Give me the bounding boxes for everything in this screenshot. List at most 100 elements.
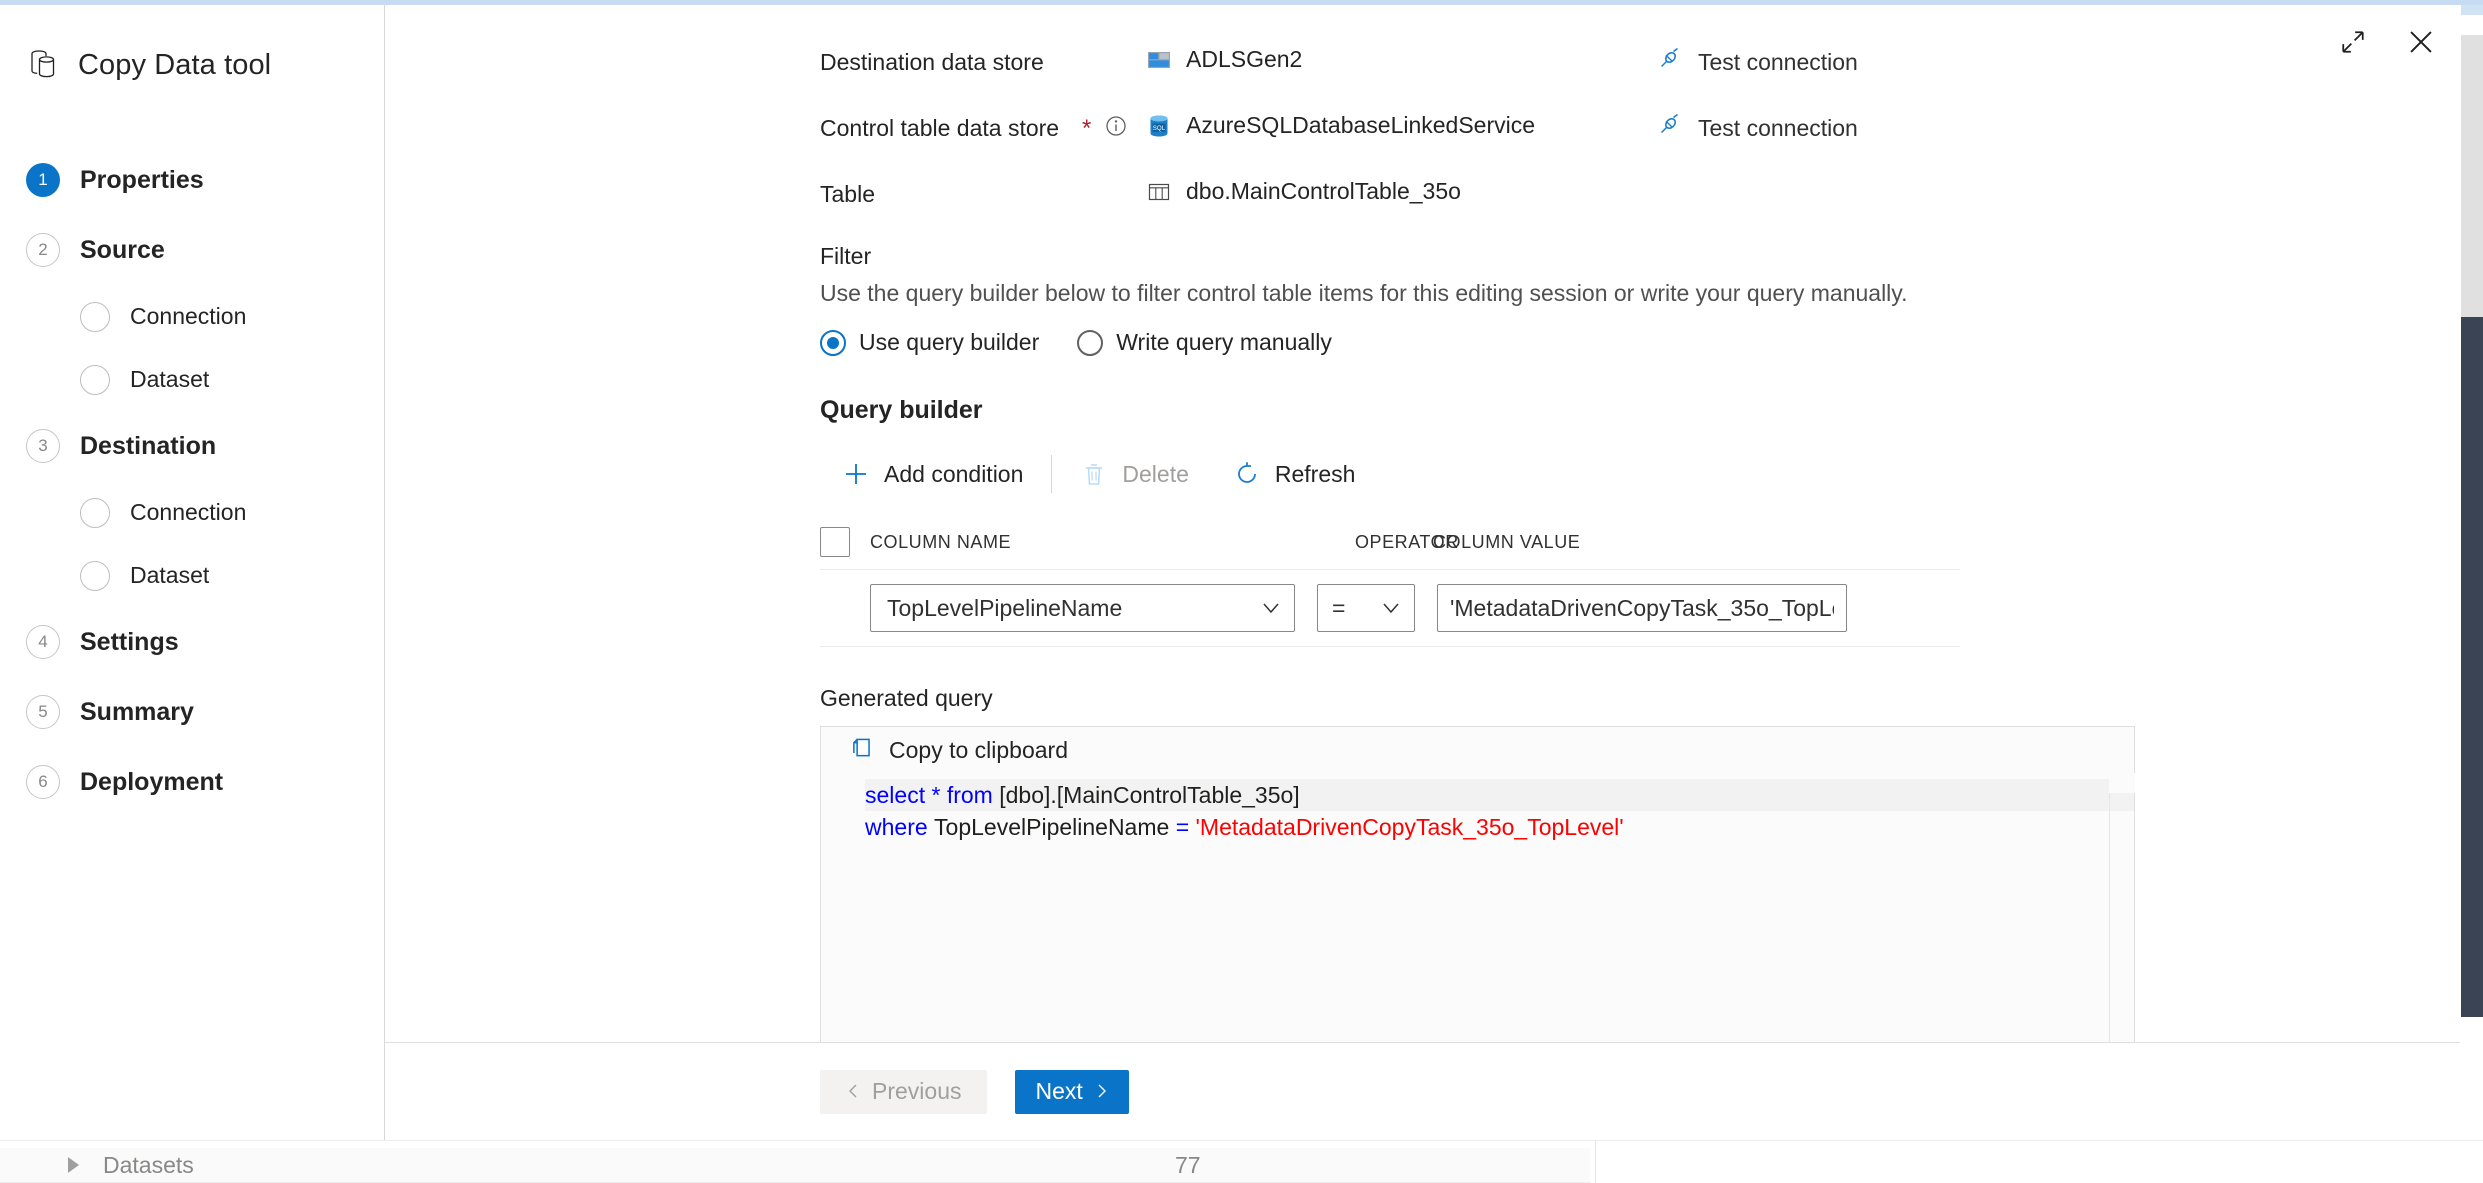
generated-query-title: Generated query bbox=[820, 685, 993, 711]
chevron-down-icon bbox=[1380, 597, 1402, 619]
filter-section-title: Filter bbox=[820, 243, 872, 269]
property-required-indicator bbox=[1082, 177, 1146, 208]
condition-table: COLUMN NAME OPERATOR COLUMN VALUE TopLev… bbox=[820, 515, 1960, 647]
editor-minimap[interactable] bbox=[2109, 773, 2135, 793]
refresh-button[interactable]: Refresh bbox=[1211, 443, 1378, 505]
plug-test-icon bbox=[1656, 112, 1682, 144]
dialog-window-controls bbox=[2338, 27, 2436, 57]
column-name-dropdown-value: TopLevelPipelineName bbox=[887, 594, 1123, 621]
wizard-step-label: Settings bbox=[80, 627, 179, 656]
scrollbar-thumb[interactable] bbox=[2461, 317, 2483, 1017]
editor-minimap-divider bbox=[2109, 773, 2110, 1065]
query-builder-command-bar: Add condition Delete Refresh bbox=[820, 443, 2460, 505]
property-value[interactable]: SQL AzureSQLDatabaseLinkedService bbox=[1146, 111, 1656, 139]
property-label: Destination data store bbox=[820, 49, 1044, 75]
command-label: Refresh bbox=[1274, 460, 1356, 487]
wizard-substep-destination-dataset[interactable]: Dataset bbox=[0, 544, 384, 607]
wizard-step-number: 4 bbox=[26, 625, 60, 659]
test-connection-link[interactable]: Test connection bbox=[1656, 111, 1858, 144]
wizard-substep-destination-connection[interactable]: Connection bbox=[0, 481, 384, 544]
wizard-step-label: Summary bbox=[80, 697, 194, 726]
condition-row: TopLevelPipelineName = bbox=[820, 569, 1960, 647]
column-value-input[interactable] bbox=[1437, 584, 1847, 632]
property-label: Table bbox=[820, 181, 875, 207]
scrollbar-track-top bbox=[2461, 5, 2483, 15]
property-row: Table dbo.MainControlTable_35o bbox=[820, 177, 2460, 219]
column-header-operator: OPERATOR bbox=[1355, 531, 1459, 552]
chevron-down-icon bbox=[1260, 597, 1282, 619]
test-connection-link[interactable]: Test connection bbox=[1656, 45, 1858, 78]
background-datasets-row[interactable]: Datasets 77 bbox=[0, 1148, 1590, 1183]
wizard-substep-marker bbox=[80, 364, 110, 395]
property-required-indicator bbox=[1082, 45, 1146, 76]
wizard-step-deployment[interactable]: 6 Deployment bbox=[0, 747, 384, 817]
add-condition-button[interactable]: Add condition bbox=[820, 443, 1045, 505]
test-connection-label: Test connection bbox=[1698, 114, 1858, 141]
divider bbox=[1051, 455, 1053, 493]
next-button[interactable]: Next bbox=[1015, 1069, 1129, 1114]
app-brand: Copy Data tool bbox=[0, 35, 384, 95]
plus-icon bbox=[842, 460, 870, 488]
column-header-column-value: COLUMN VALUE bbox=[1433, 531, 1581, 552]
copy-to-clipboard-button[interactable]: Copy to clipboard bbox=[821, 727, 2134, 773]
wizard-substep-source-connection[interactable]: Connection bbox=[0, 285, 384, 348]
info-circle-icon[interactable] bbox=[1103, 113, 1129, 144]
wizard-sidebar: Copy Data tool 1 Properties 2 Source Conn… bbox=[0, 5, 385, 1140]
previous-button[interactable]: Previous bbox=[820, 1069, 988, 1114]
refresh-icon bbox=[1233, 460, 1261, 488]
wizard-step-summary[interactable]: 5 Summary bbox=[0, 677, 384, 747]
property-value[interactable]: ADLSGen2 bbox=[1146, 45, 1656, 73]
filter-mode-label: Use query builder bbox=[859, 329, 1040, 355]
wizard-substep-label: Connection bbox=[130, 499, 247, 525]
wizard-step-label: Deployment bbox=[80, 767, 224, 796]
select-all-checkbox[interactable] bbox=[820, 527, 850, 557]
wizard-step-destination[interactable]: 3 Destination bbox=[0, 411, 384, 481]
code-line: select * from [dbo].[MainControlTable_35… bbox=[865, 779, 2134, 811]
wizard-step-properties[interactable]: 1 Properties bbox=[0, 145, 384, 215]
wizard-substep-marker bbox=[80, 497, 110, 528]
copy-to-clipboard-label: Copy to clipboard bbox=[889, 736, 1068, 763]
delete-button: Delete bbox=[1058, 443, 1210, 505]
property-row-list: Destination data store ADLSGen2 Test con bbox=[820, 45, 2460, 219]
wizard-step-number: 5 bbox=[26, 695, 60, 729]
trash-icon bbox=[1080, 460, 1108, 488]
chevron-left-icon bbox=[846, 1078, 862, 1105]
filter-mode-label: Write query manually bbox=[1116, 329, 1332, 355]
command-label: Add condition bbox=[884, 460, 1024, 487]
property-value[interactable]: dbo.MainControlTable_35o bbox=[1146, 177, 1656, 205]
filter-mode-radio-group: Use query builder Write query manually bbox=[820, 329, 2460, 356]
wizard-step-source[interactable]: 2 Source bbox=[0, 215, 384, 285]
chevron-right-icon bbox=[1093, 1078, 1109, 1105]
sql-database-icon: SQL bbox=[1146, 113, 1172, 139]
wizard-step-list: 1 Properties 2 Source Connection Dataset 3… bbox=[0, 145, 384, 817]
filter-mode-radio[interactable]: Use query builder bbox=[820, 329, 1039, 356]
filter-mode-radio[interactable]: Write query manually bbox=[1077, 329, 1332, 356]
wizard-substep-marker bbox=[80, 560, 110, 591]
close-icon[interactable] bbox=[2406, 27, 2436, 57]
column-header-column-name: COLUMN NAME bbox=[870, 531, 1012, 552]
wizard-substep-source-dataset[interactable]: Dataset bbox=[0, 348, 384, 411]
adls-gen2-icon bbox=[1146, 47, 1172, 73]
generated-query-code[interactable]: select * from [dbo].[MainControlTable_35… bbox=[821, 773, 2134, 843]
test-connection-label: Test connection bbox=[1698, 48, 1858, 75]
expand-diagonal-icon[interactable] bbox=[2338, 27, 2368, 57]
generated-query-editor: Copy to clipboard select * from [dbo].[M… bbox=[820, 726, 2135, 1066]
code-token: where bbox=[865, 814, 928, 840]
triangle-right-icon[interactable] bbox=[68, 1157, 79, 1173]
wizard-step-settings[interactable]: 4 Settings bbox=[0, 607, 384, 677]
wizard-step-label: Source bbox=[80, 235, 165, 264]
property-required-indicator: * bbox=[1082, 111, 1146, 142]
code-token: from bbox=[946, 782, 993, 808]
operator-dropdown[interactable]: = bbox=[1317, 584, 1415, 632]
next-button-label: Next bbox=[1035, 1078, 1083, 1104]
radio-marker bbox=[1077, 329, 1104, 356]
background-datasets-count: 77 bbox=[1175, 1151, 1201, 1178]
scrollbar-track[interactable] bbox=[2461, 35, 2483, 317]
operator-dropdown-value: = bbox=[1332, 594, 1346, 621]
wizard-step-number: 2 bbox=[26, 233, 60, 267]
wizard-step-number: 6 bbox=[26, 765, 60, 799]
page-scrollbar[interactable] bbox=[2461, 5, 2483, 1140]
wizard-substep-label: Dataset bbox=[130, 366, 210, 392]
wizard-step-number: 3 bbox=[26, 429, 60, 463]
column-name-dropdown[interactable]: TopLevelPipelineName bbox=[870, 584, 1295, 632]
